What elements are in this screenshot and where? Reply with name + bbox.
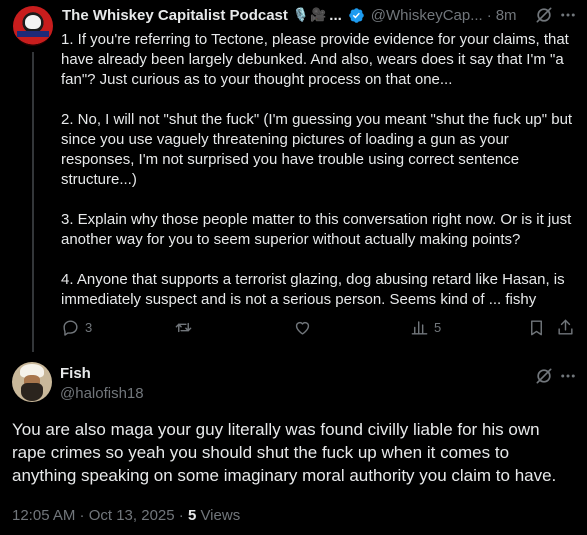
action-bar: 3 5	[61, 318, 577, 342]
avatar-skull-graphic	[25, 15, 41, 29]
tweet-body: 1. If you're referring to Tectone, pleas…	[61, 30, 581, 330]
tweet-body: You are also maga your guy literally was…	[12, 420, 557, 485]
like-button[interactable]	[293, 318, 312, 337]
views-label: Views	[200, 507, 241, 524]
main-tweet[interactable]: Fish @halofish18 You are also maga your …	[0, 352, 587, 535]
author-name[interactable]: The Whiskey Capitalist Podcast	[62, 7, 288, 24]
tweet-meta: 12:05 AM · Oct 13, 2025 · 5 Views	[12, 507, 240, 524]
author-handle[interactable]: @WhiskeyCap...	[371, 7, 483, 24]
bookmark-icon	[527, 318, 546, 337]
share-button[interactable]	[556, 318, 575, 337]
tweet-timestamp[interactable]: 12:05 AM · Oct 13, 2025 ·	[12, 507, 184, 524]
author-handle[interactable]: @halofish18	[60, 385, 144, 402]
thread-line	[32, 52, 34, 352]
retweet-icon	[174, 318, 193, 337]
parent-tweet[interactable]: The Whiskey Capitalist Podcast 🎙️🎥 ... @…	[0, 0, 587, 352]
tweet-header: The Whiskey Capitalist Podcast 🎙️🎥 ... @…	[62, 5, 517, 25]
name-emojis: 🎙️🎥	[292, 7, 328, 22]
grok-icon[interactable]	[534, 5, 554, 25]
author-name[interactable]: Fish	[60, 365, 91, 382]
reply-count: 3	[85, 320, 93, 335]
tweet-paragraph: 4. Anyone that supports a terrorist glaz…	[61, 271, 565, 308]
reply-button[interactable]: 3	[61, 318, 92, 337]
avatar[interactable]	[12, 362, 52, 402]
like-icon	[293, 318, 312, 337]
name-ellipsis: ...	[329, 6, 342, 24]
reply-icon	[61, 318, 80, 337]
avatar-band-graphic	[17, 31, 49, 37]
tweet-time[interactable]: 8m	[496, 7, 517, 24]
tweet-paragraph: 3. Explain why those people matter to th…	[61, 211, 572, 248]
views-icon	[410, 318, 429, 337]
views-count: 5	[434, 320, 442, 335]
share-icon	[556, 318, 575, 337]
grok-icon[interactable]	[534, 366, 554, 386]
avatar[interactable]	[13, 6, 53, 46]
retweet-button[interactable]	[174, 318, 193, 337]
bookmark-button[interactable]	[527, 318, 546, 337]
tweet-paragraph: 1. If you're referring to Tectone, pleas…	[61, 31, 569, 88]
tweet-paragraph: 2. No, I will not "shut the fuck" (I'm g…	[61, 111, 573, 188]
more-icon[interactable]	[559, 367, 577, 385]
verified-badge-icon	[348, 7, 365, 24]
more-icon[interactable]	[559, 6, 577, 24]
views-count: 5	[187, 507, 197, 524]
avatar-beard-graphic	[21, 383, 43, 401]
views-button[interactable]: 5	[410, 318, 441, 337]
separator-dot: ·	[486, 6, 492, 24]
